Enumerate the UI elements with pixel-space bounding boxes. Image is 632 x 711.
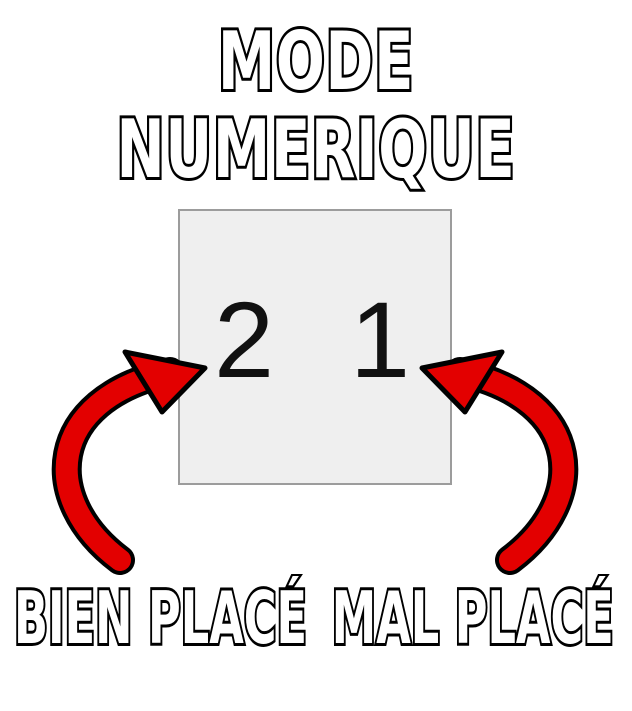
label-mal-place: MAL PLACÉ	[330, 576, 616, 660]
left-curved-arrow-icon	[51, 349, 208, 575]
label-bien-place: BIEN PLACÉ	[12, 576, 309, 660]
right-curved-arrow-icon	[419, 349, 579, 575]
